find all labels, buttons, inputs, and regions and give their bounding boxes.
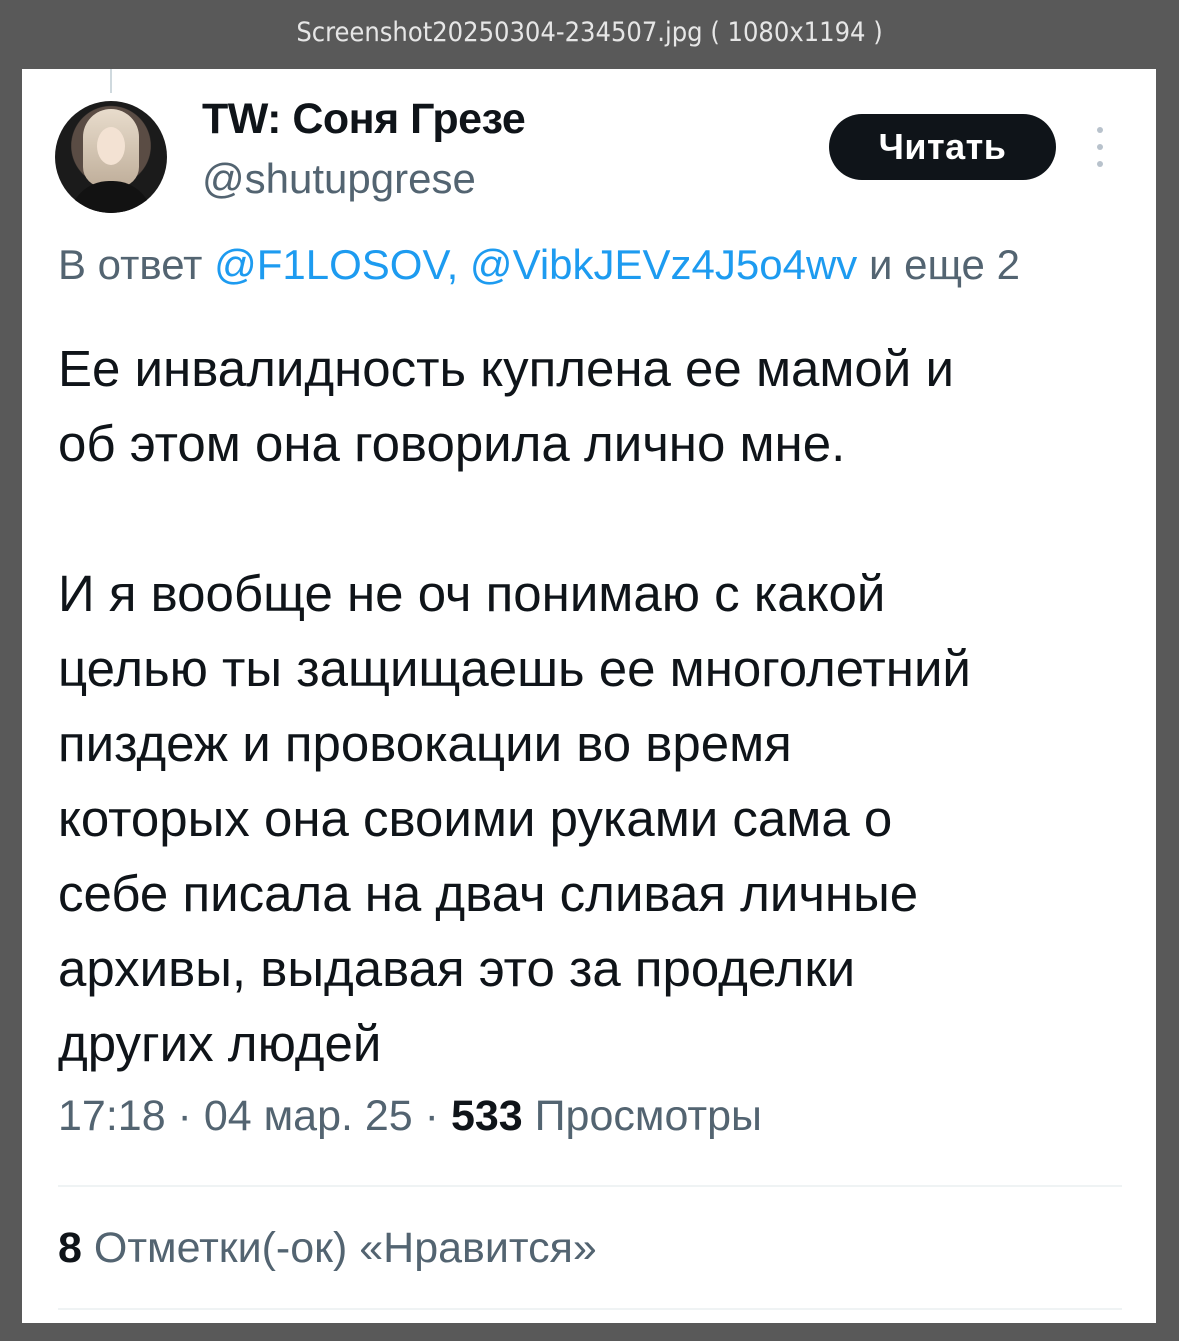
likes-label: Отметки(-ок) «Нравится»: [93, 1224, 597, 1272]
views-label: Просмотры: [534, 1092, 762, 1140]
views-count: 533: [450, 1092, 523, 1140]
tweet-date[interactable]: 04 мар. 25: [204, 1092, 413, 1140]
tweet-meta: 17:18 · 04 мар. 25 · 533 Просмотры: [58, 1092, 762, 1140]
tweet-time[interactable]: 17:18: [58, 1092, 166, 1140]
divider: [58, 1308, 1122, 1310]
reply-suffix[interactable]: и еще 2: [857, 241, 1020, 288]
tweet-text: Ее инвалидность куплена ее мамой и об эт…: [58, 340, 971, 1072]
viewer-title: Screenshot20250304-234507.jpg ( 1080x119…: [296, 17, 883, 48]
avatar[interactable]: [55, 101, 167, 213]
reply-mentions[interactable]: @F1LOSOV, @VibkJEVz4J5o4wv: [214, 241, 857, 288]
reply-prefix: В ответ: [58, 241, 215, 288]
author-handle[interactable]: @shutupgrese: [202, 155, 476, 203]
more-vertical-icon[interactable]: [1090, 127, 1110, 167]
tweet-screenshot: TW: Соня Грезе @shutupgrese Читать В отв…: [22, 69, 1156, 1323]
follow-button[interactable]: Читать: [829, 114, 1056, 180]
reply-to-line: В ответ @F1LOSOV, @VibkJEVz4J5o4wv и еще…: [58, 241, 1020, 289]
likes-row[interactable]: 8 Отметки(-ок) «Нравится»: [58, 1224, 597, 1273]
author-display-name[interactable]: TW: Соня Грезе: [202, 95, 526, 144]
thread-line: [110, 69, 112, 93]
likes-count: 8: [58, 1224, 82, 1272]
divider: [58, 1185, 1122, 1187]
